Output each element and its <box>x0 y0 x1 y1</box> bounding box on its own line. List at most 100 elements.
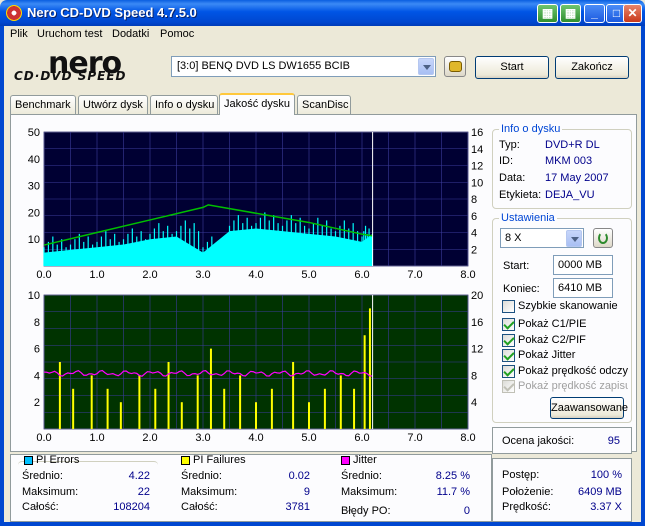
disc-date-label: Data: <box>499 172 526 184</box>
pi-errors-total-value: 108204 <box>113 501 150 513</box>
progress-value: 100 % <box>590 469 622 481</box>
pi-errors-title: PI Errors <box>36 454 80 466</box>
po-errors-label: Błędy PO: <box>341 505 391 517</box>
tray-icon-button-2[interactable]: ▦ <box>560 4 581 23</box>
progress-label: Postęp: <box>502 469 540 481</box>
tray-icon-button[interactable]: ▦ <box>537 4 558 23</box>
show-jitter-checkbox[interactable] <box>502 349 515 362</box>
menu-dodatki[interactable]: Dodatki <box>112 28 149 40</box>
fast-scan-checkbox[interactable] <box>502 300 515 313</box>
disc-id-value: MKM 003 <box>545 155 593 167</box>
disc-type-value: DVD+R DL <box>545 139 600 151</box>
start-input[interactable] <box>553 255 613 275</box>
x-tick-label: 6.0 <box>354 269 369 281</box>
pi-errors-max-value: 22 <box>137 486 150 498</box>
y-right-tick-label: 4 <box>471 228 477 240</box>
y-left-tick-label: 40 <box>28 154 40 166</box>
jitter-avg-label: Średnio: <box>341 470 382 482</box>
tab-utworz-dysk[interactable]: Utwórz dysk <box>78 95 148 115</box>
nero-app-icon <box>6 5 22 21</box>
disc-label-label: Etykieta: <box>499 189 542 201</box>
fast-scan-label: Szybkie skanowanie <box>518 300 618 312</box>
tab-benchmark[interactable]: Benchmark <box>10 95 76 115</box>
minimize-icon[interactable]: _ <box>584 4 605 23</box>
y-right-tick-label: 14 <box>471 144 483 156</box>
speed-select[interactable]: 8 X <box>500 228 584 248</box>
chevron-down-icon[interactable] <box>418 58 434 75</box>
start-label: Start: <box>503 260 530 272</box>
start-button[interactable]: Start <box>475 56 549 79</box>
tab-jakosc-dysku[interactable]: Jakość dysku <box>219 93 295 115</box>
eject-button[interactable] <box>444 56 466 77</box>
show-jitter-label: Pokaż Jitter <box>518 349 576 361</box>
y-left-tick-label: 10 <box>28 234 40 246</box>
refresh-button[interactable] <box>593 228 613 248</box>
pi-failures-avg-label: Średnio: <box>181 470 222 482</box>
pi-errors-avg-value: 4.22 <box>128 470 150 482</box>
show-pie-checkbox[interactable] <box>502 318 515 331</box>
y-right-tick-label: 8 <box>471 370 477 382</box>
settings-title: Ustawienia <box>499 212 557 224</box>
close-button[interactable]: Zakończ <box>555 56 629 79</box>
y-left-tick-label: 50 <box>28 127 40 139</box>
x-tick-label: 4.0 <box>248 269 263 281</box>
y-left-tick-label: 4 <box>34 370 40 382</box>
position-label: Położenie: <box>502 486 554 498</box>
pi-failures-title: PI Failures <box>193 454 246 466</box>
show-read-speed-checkbox[interactable] <box>502 365 515 378</box>
show-pif-checkbox[interactable] <box>502 334 515 347</box>
pi-errors-avg-label: Średnio: <box>22 470 63 482</box>
close-icon[interactable]: ✕ <box>623 4 642 23</box>
y-right-tick-label: 10 <box>471 177 483 189</box>
advanced-button[interactable]: Zaawansowane <box>550 397 628 419</box>
speed-label: Prędkość: <box>502 501 551 513</box>
y-right-tick-label: 2 <box>471 244 477 256</box>
x-tick-label: 6.0 <box>354 432 369 444</box>
pi-errors-max-label: Maksimum: <box>22 486 79 498</box>
x-tick-label: 2.0 <box>142 432 157 444</box>
menu-plik[interactable]: Plik <box>10 28 28 40</box>
show-read-speed-label: Pokaż prędkość odczy <box>518 365 628 377</box>
pi-failures-total-value: 3781 <box>285 501 310 513</box>
x-tick-label: 4.0 <box>248 432 263 444</box>
y-left-tick-label: 20 <box>28 207 40 219</box>
drive-select[interactable]: [3:0] BENQ DVD LS DW1655 BCIB <box>171 56 436 77</box>
quality-value: 95 <box>607 435 620 447</box>
y-left-tick-label: 30 <box>28 181 40 193</box>
pi-failures-total-label: Całość: <box>181 501 218 513</box>
pi-failures-chart: 0.0 1.0 2.0 3.0 4.0 5.0 6.0 7.0 8.0 10 8 6 4 2 20 16 12 8… <box>28 290 484 444</box>
jitter-avg-value: 8.25 % <box>435 470 470 482</box>
menu-pomoc[interactable]: Pomoc <box>160 28 194 40</box>
jitter-max-label: Maksimum: <box>341 486 398 498</box>
drive-select-value: [3:0] BENQ DVD LS DW1655 BCIB <box>177 60 351 72</box>
x-tick-label: 3.0 <box>195 269 210 281</box>
jitter-max-value: 11.7 % <box>436 486 470 498</box>
pi-failures-avg-value: 0.02 <box>288 470 310 482</box>
y-right-tick-label: 16 <box>471 127 483 139</box>
disc-icon <box>449 61 462 72</box>
y-right-tick-label: 6 <box>471 211 477 223</box>
pi-failures-max-value: 9 <box>303 486 310 498</box>
pi-failures-swatch <box>181 456 190 465</box>
disc-id-label: ID: <box>499 155 514 167</box>
x-tick-label: 5.0 <box>301 432 316 444</box>
pi-errors-total-label: Całość: <box>22 501 59 513</box>
disc-type-label: Typ: <box>499 139 520 151</box>
tab-info-o-dysku[interactable]: Info o dysku <box>150 95 218 115</box>
jitter-title: Jitter <box>353 454 377 466</box>
chevron-down-icon[interactable] <box>566 230 582 247</box>
show-write-speed-label: Pokaż prędkość zapisu <box>518 380 628 392</box>
po-errors-value: 0 <box>463 505 470 517</box>
show-pie-label: Pokaż C1/PIE <box>518 318 587 330</box>
disc-label-value: DEJA_VU <box>545 189 595 201</box>
end-input[interactable] <box>553 278 613 298</box>
charts: 0.0 1.0 2.0 3.0 4.0 5.0 6.0 7.0 8.0 50 40 30 20 10 16 1… <box>28 127 484 444</box>
position-value: 6409 MB <box>577 486 622 498</box>
menu-uruchom-test[interactable]: Uruchom test <box>37 28 102 40</box>
jitter-swatch <box>341 456 350 465</box>
y-right-tick-label: 20 <box>471 290 483 302</box>
pi-errors-swatch <box>24 456 33 465</box>
tab-scandisc[interactable]: ScanDisc <box>297 95 351 115</box>
show-pif-label: Pokaż C2/PIF <box>518 334 586 346</box>
y-right-tick-label: 8 <box>471 194 477 206</box>
